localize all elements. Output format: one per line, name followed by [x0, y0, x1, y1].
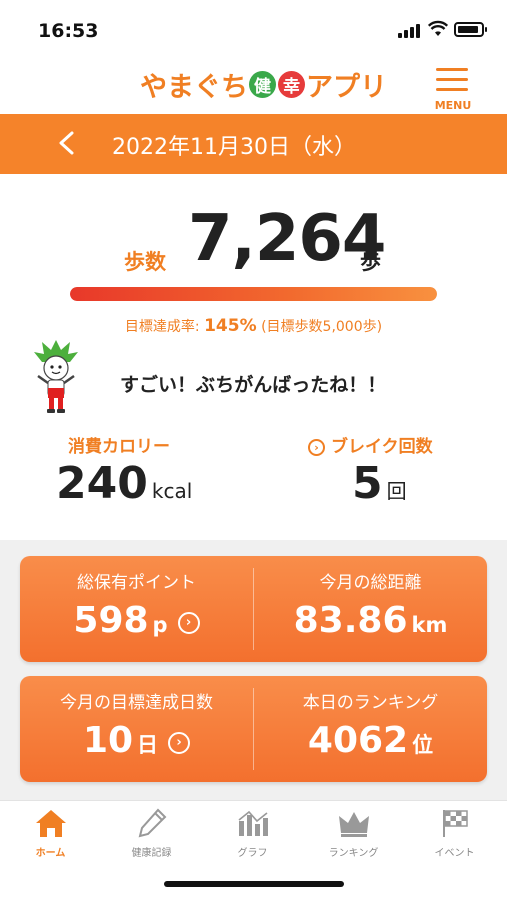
card-value: 598: [73, 600, 149, 641]
summary-card: 今月の目標達成日数 10 日 › 本日のランキング 4062 位: [20, 676, 487, 782]
steps-value: 7,264: [188, 202, 386, 276]
cellular-signal-icon: [398, 24, 420, 38]
nav-label: イベント: [434, 848, 475, 859]
breaks-label: ブレイク回数: [331, 437, 433, 457]
steps-progress-bar: [70, 287, 437, 301]
summary-cards-area: 総保有ポイント 598 p › 今月の総距離 83.86 km 今月の目標達成日数 1…: [0, 540, 507, 800]
logo-badge-happiness: 幸: [278, 70, 305, 98]
nav-label: 健康記録: [131, 848, 172, 859]
pencil-icon: [138, 808, 167, 838]
card-unit: 日: [137, 733, 159, 757]
nav-label: ランキング: [328, 848, 379, 859]
card-label: 本日のランキング: [302, 693, 439, 713]
logo-text-post: アプリ: [306, 71, 387, 103]
card-label: 今月の目標達成日数: [60, 693, 213, 713]
breaks-unit: 回: [386, 479, 407, 503]
calories-stat: 240 kcal: [56, 458, 192, 509]
menu-button[interactable]: MENU: [432, 66, 474, 112]
app-logo: やまぐち 健 幸 アプリ: [140, 66, 387, 103]
chevron-left-icon[interactable]: [52, 126, 82, 160]
crown-icon: [339, 812, 369, 837]
circle-arrow-icon: ›: [177, 611, 200, 634]
card-value: 4062: [307, 720, 409, 761]
card-value: 10: [82, 720, 134, 761]
steps-progress-fill: [70, 287, 437, 301]
nav-ranking[interactable]: ランキング: [303, 801, 404, 863]
date-bar: 2022年11月30日（水）: [0, 114, 507, 174]
battery-icon: [454, 22, 487, 37]
nav-label: ホーム: [35, 848, 66, 859]
total-points-cell[interactable]: 総保有ポイント 598 p ›: [20, 556, 253, 662]
card-value: 83.86: [293, 600, 408, 641]
card-unit: km: [411, 613, 448, 637]
bar-chart-icon: [238, 810, 268, 836]
app-header: やまぐち 健 幸 アプリ MENU: [0, 58, 507, 114]
card-label: 総保有ポイント: [77, 573, 196, 593]
card-unit: p: [152, 613, 168, 637]
goal-prefix: 目標達成率:: [124, 319, 205, 335]
card-value-row: 83.86 km: [254, 600, 487, 641]
breaks-value: 5: [352, 458, 383, 509]
card-value-row: 10 日 ›: [20, 720, 253, 761]
menu-label: MENU: [434, 99, 472, 112]
breaks-button[interactable]: › ブレイク回数: [308, 432, 433, 457]
logo-text-pre: やまぐち: [140, 71, 248, 103]
status-bar: 16:53: [0, 0, 507, 58]
summary-card: 総保有ポイント 598 p › 今月の総距離 83.86 km: [20, 556, 487, 662]
calories-unit: kcal: [151, 479, 193, 503]
goal-percent: 145%: [204, 316, 257, 336]
goal-achievement: 目標達成率: 145% (目標歩数5,000歩): [0, 316, 507, 336]
card-value-row: 4062 位: [254, 720, 487, 761]
home-icon: [36, 810, 66, 837]
logo-badge-health: 健: [249, 70, 276, 98]
card-unit: 位: [412, 733, 434, 757]
daily-ranking-cell: 本日のランキング 4062 位: [254, 676, 487, 782]
bottom-navigation: ホーム 健康記録 グラフ ランキング イベント: [0, 800, 507, 870]
card-label: 今月の総距離: [319, 573, 422, 593]
nav-graph[interactable]: グラフ: [202, 801, 303, 863]
nav-home[interactable]: ホーム: [0, 801, 101, 863]
steps-unit: 歩: [360, 250, 381, 274]
calories-value: 240: [56, 458, 148, 509]
checkered-flag-icon: [443, 810, 468, 837]
monthly-distance-cell: 今月の総距離 83.86 km: [254, 556, 487, 662]
nav-label: グラフ: [237, 848, 268, 859]
nav-event[interactable]: イベント: [404, 801, 505, 863]
card-value-row: 598 p ›: [20, 600, 253, 641]
wifi-icon: [428, 20, 448, 36]
mascot-character-icon: [34, 340, 78, 413]
current-date: 2022年11月30日（水）: [112, 135, 356, 160]
circle-arrow-icon: ›: [308, 439, 325, 456]
steps-label: 歩数: [124, 250, 166, 274]
nav-health-record[interactable]: 健康記録: [101, 801, 202, 863]
steps-summary: 歩数 7,264 歩: [0, 202, 507, 282]
goal-days-cell[interactable]: 今月の目標達成日数 10 日 ›: [20, 676, 253, 782]
circle-arrow-icon: ›: [168, 731, 191, 754]
home-indicator[interactable]: [164, 881, 344, 887]
status-time: 16:53: [38, 20, 99, 42]
goal-suffix: (目標歩数5,000歩): [256, 319, 383, 335]
hamburger-icon: [436, 68, 468, 71]
calories-label: 消費カロリー: [68, 437, 170, 457]
breaks-stat: 5回: [352, 458, 407, 509]
cheer-message: すごい！ぶちがんばったね！！: [120, 374, 387, 396]
